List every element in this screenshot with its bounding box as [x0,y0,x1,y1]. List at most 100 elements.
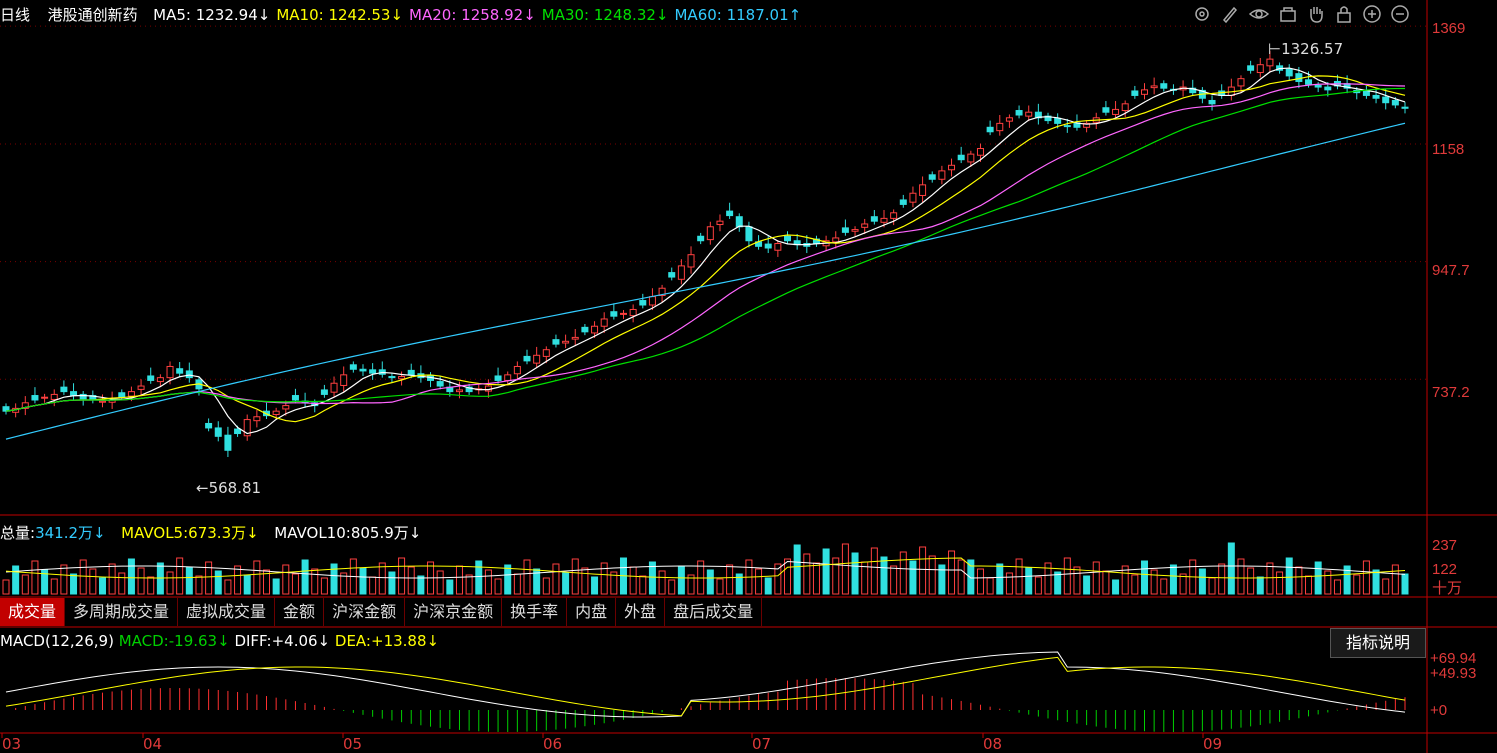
candle-body [629,308,637,317]
candle-body [735,216,743,228]
macd-line [5,656,1406,717]
candle-body [706,226,714,241]
candle-body [320,389,328,395]
candle-body [272,410,280,416]
month-04: 04 [143,735,163,753]
volume-bar [1063,557,1071,595]
candle-body [986,126,994,133]
tab-3[interactable]: 金额 [275,598,325,626]
volume-bar [70,573,78,595]
candle-body [118,392,126,398]
candle-body [726,210,734,217]
tab-8[interactable]: 外盘 [616,598,666,626]
high-annotation: ⊢1326.57 [1268,40,1344,58]
candle-body [533,354,541,364]
volume-bar [31,560,39,595]
volume-bar [1362,560,1370,595]
candle-body [1362,90,1370,96]
macd-axis-49: +49.93 [1430,665,1477,682]
candle-body [330,382,338,393]
candle-body [1112,108,1120,115]
ma10-line [5,75,1406,423]
volume-bar [359,567,367,595]
volume-bar [446,579,454,595]
volume-bar [137,567,145,595]
volume-bar [89,568,97,595]
candle-body [1140,89,1148,95]
volume-bar [484,569,492,595]
volume-bar [60,564,68,595]
candle-body [127,391,135,397]
tab-0[interactable]: 成交量 [0,598,66,626]
volume-bar [1256,576,1264,595]
candle-body [648,296,656,306]
volume-bar [784,558,792,595]
candle-body [41,396,49,399]
volume-bar [176,557,184,595]
volume-bar [1305,575,1313,595]
price-axis-737: 737.2 [1432,384,1470,401]
volume-bar [1391,564,1399,595]
volume-bar [1372,569,1380,595]
candle-body [668,272,676,278]
volume-bar [880,556,888,595]
volume-bar [1160,578,1168,595]
volume-bar [1034,576,1042,595]
low-annotation: ←568.81 [196,479,262,497]
volume-bar [716,578,724,595]
volume-bar [388,571,396,595]
tab-4[interactable]: 沪深金额 [324,598,406,626]
macd-header: MACD(12,26,9) MACD:-19.63↓ DIFF:+4.06↓ D… [0,632,440,650]
volume-bar [369,576,377,595]
volume-bar [822,548,830,595]
volume-bar [1276,571,1284,595]
indicator-explain-button[interactable]: 指标说明 [1330,628,1426,658]
candle-body [996,122,1004,132]
candle-body [1102,107,1110,113]
candle-body [369,369,377,374]
candle-body [1015,110,1023,116]
candle-body [1150,85,1158,89]
candle-body [291,395,299,401]
volume-bar [417,575,425,595]
volume-bar [1266,562,1274,595]
tab-6[interactable]: 换手率 [502,598,568,626]
candle-body [147,375,155,381]
month-09: 09 [1203,735,1223,753]
candle-body [571,336,579,340]
candle-body [542,349,550,357]
volume-bar [562,572,570,595]
volume-bar [320,577,328,595]
volume-bar [1227,542,1235,595]
volume-bar [156,562,164,595]
candle-body [1025,111,1033,117]
candle-body [70,391,78,397]
tab-1[interactable]: 多周期成交量 [65,598,179,626]
volume-bar [600,562,608,595]
volume-bar [658,570,666,595]
volume-bar [793,544,801,595]
volume-bar [803,553,811,595]
volume-bar [494,578,502,595]
candle-body [1401,106,1409,109]
volume-bar [185,566,193,595]
tab-5[interactable]: 沪深京金额 [405,598,503,626]
tab-7[interactable]: 内盘 [567,598,617,626]
candle-body [909,192,917,203]
price-axis-1158: 1158 [1432,141,1465,158]
volume-bar [1150,569,1158,595]
candle-body [523,355,531,362]
price-axis-947: 947.7 [1432,262,1470,279]
volume-bar [301,559,309,595]
candle-body [774,243,782,251]
candle-body [31,395,39,401]
volume-bar [224,579,232,595]
volume-bar [311,568,319,595]
month-06: 06 [543,735,563,753]
candle-body [687,254,695,268]
tab-2[interactable]: 虚拟成交量 [178,598,276,626]
volume-bar [909,560,917,595]
candle-body [1256,64,1264,74]
tab-9[interactable]: 盘后成交量 [665,598,763,626]
candle-body [50,393,58,400]
